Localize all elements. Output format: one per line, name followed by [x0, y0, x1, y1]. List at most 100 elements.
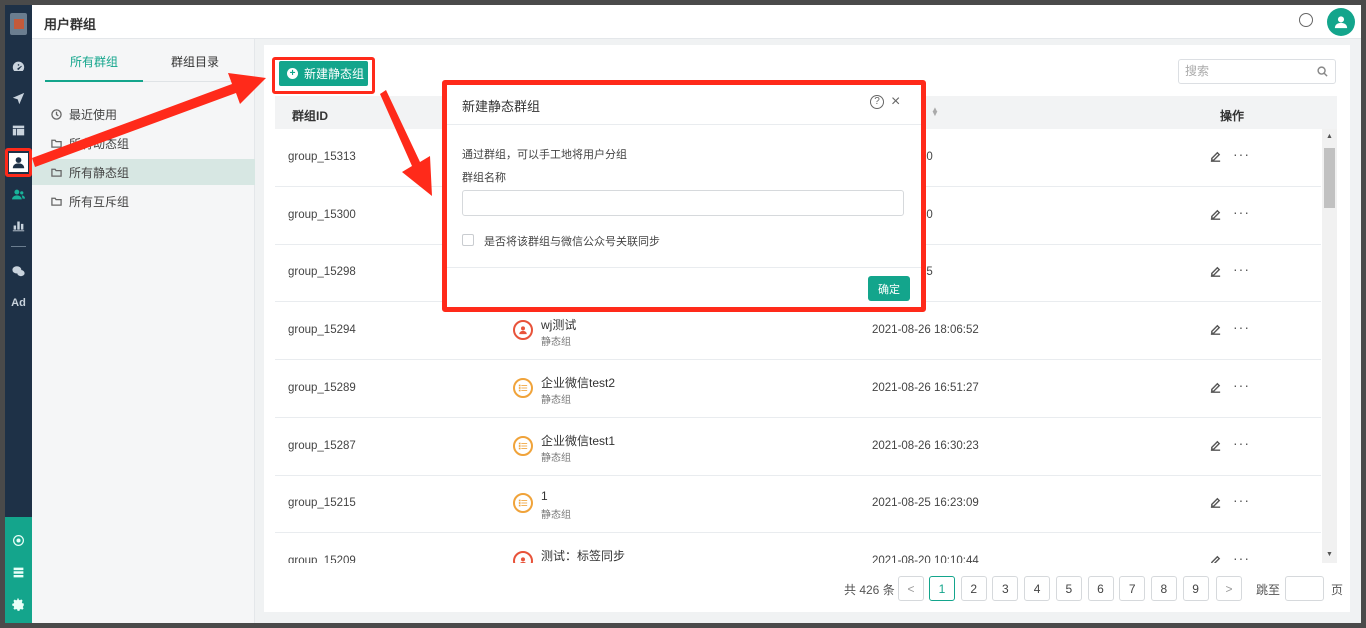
- layout-icon[interactable]: [9, 121, 28, 140]
- table-row[interactable]: group_15209 测试：标签同步 2021-08-20 10:10:44 ···: [275, 533, 1321, 563]
- list-icon: [513, 493, 533, 514]
- more-icon[interactable]: ···: [1233, 492, 1250, 508]
- pagination-page[interactable]: 3: [992, 576, 1019, 601]
- group-name[interactable]: wj测试: [541, 316, 576, 333]
- sidebar-item-label: 所有互斥组: [69, 194, 130, 209]
- goto-label: 跳至: [1256, 583, 1281, 597]
- network-icon[interactable]: [9, 531, 28, 550]
- group-id: group_15300: [288, 208, 356, 221]
- group-type: 静态组: [541, 337, 571, 349]
- group-id: group_15298: [288, 266, 356, 279]
- group-id: group_15313: [288, 151, 356, 163]
- pagination-page[interactable]: 6: [1087, 576, 1114, 601]
- scrollbar-thumb[interactable]: [1324, 148, 1335, 208]
- group-updated-time: 2021-08-26 16:51:27: [872, 381, 979, 394]
- avatar[interactable]: [1327, 8, 1355, 36]
- edit-icon[interactable]: [1209, 265, 1223, 279]
- database-icon[interactable]: [9, 563, 28, 582]
- pagination-page[interactable]: 4: [1024, 576, 1051, 601]
- page-title: 用户群组: [44, 17, 97, 32]
- page-unit-label: 页: [1331, 583, 1344, 597]
- more-icon[interactable]: ···: [1233, 377, 1250, 393]
- group-updated-time: 2021-08-20 10:10:44: [872, 554, 979, 563]
- edit-icon[interactable]: [1209, 208, 1223, 222]
- more-icon[interactable]: ···: [1233, 435, 1250, 451]
- ad-nav-item[interactable]: Ad: [5, 297, 32, 309]
- more-icon[interactable]: ···: [1233, 261, 1250, 277]
- group-id: group_15287: [288, 439, 356, 452]
- more-icon[interactable]: ···: [1233, 319, 1250, 335]
- more-icon[interactable]: ···: [1233, 146, 1250, 162]
- user-icon: [513, 320, 533, 341]
- scroll-up-arrow[interactable]: ▲: [1326, 133, 1333, 140]
- table-scrollbar[interactable]: ▲ ▼: [1322, 129, 1337, 563]
- rail-divider: [11, 246, 26, 247]
- group-name[interactable]: 企业微信test1: [541, 432, 615, 449]
- pagination-total: 共 426 条: [844, 583, 895, 597]
- nav-rail: Ad: [5, 5, 32, 623]
- sidebar-item-label: 所有静态组: [69, 165, 130, 180]
- gear-icon[interactable]: [9, 595, 28, 614]
- pagination-prev[interactable]: <: [898, 576, 924, 601]
- dashboard-icon[interactable]: [9, 57, 28, 76]
- goto-page-input[interactable]: [1285, 576, 1324, 601]
- group-name[interactable]: 测试：标签同步: [541, 547, 625, 563]
- sidebar-item-recent[interactable]: 最近使用: [32, 101, 255, 127]
- clock-icon: [51, 108, 62, 120]
- column-header-id[interactable]: 群组ID: [292, 107, 328, 124]
- more-icon[interactable]: ···: [1233, 550, 1250, 563]
- scroll-down-arrow[interactable]: ▼: [1326, 551, 1333, 558]
- user-icon: [513, 550, 533, 563]
- sidebar-item-dynamic-groups[interactable]: 所有动态组: [32, 130, 255, 156]
- send-icon[interactable]: [9, 89, 28, 108]
- edit-icon[interactable]: [1209, 496, 1223, 510]
- search-input[interactable]: [1185, 60, 1315, 82]
- pagination-page[interactable]: 8: [1150, 576, 1177, 601]
- list-icon: [513, 435, 533, 456]
- sidebar-item-label: 最近使用: [69, 107, 118, 122]
- sidebar-tabs: 所有群组 群组目录: [45, 39, 255, 82]
- search-box: [1178, 59, 1336, 84]
- edit-icon[interactable]: [1209, 323, 1223, 337]
- group-id: group_15209: [288, 554, 356, 563]
- group-type: 静态组: [541, 452, 571, 464]
- tab-group-directory[interactable]: 群组目录: [171, 53, 219, 70]
- sidebar-item-static-groups[interactable]: 所有静态组: [32, 159, 255, 185]
- bar-chart-icon[interactable]: [9, 216, 28, 235]
- folder-icon: [51, 138, 62, 149]
- edit-icon[interactable]: [1209, 150, 1223, 164]
- group-updated-time: 2021-08-26 18:06:52: [872, 324, 979, 337]
- group-updated-time: 2021-08-26 16:30:23: [872, 439, 979, 452]
- table-row[interactable]: group_15287 企业微信test1 静态组 2021-08-26 16:30:…: [275, 418, 1321, 476]
- edit-icon[interactable]: [1209, 439, 1223, 453]
- search-icon[interactable]: [1317, 66, 1328, 77]
- wechat-icon[interactable]: [9, 262, 28, 281]
- pagination-page[interactable]: 5: [1055, 576, 1082, 601]
- edit-icon[interactable]: [1209, 381, 1223, 395]
- more-icon[interactable]: ···: [1233, 204, 1250, 220]
- group-updated-time: 2021-08-25 16:23:09: [872, 497, 979, 510]
- sidebar-item-label: 所有动态组: [69, 136, 130, 151]
- group-name[interactable]: 企业微信test2: [541, 374, 615, 391]
- sort-icon[interactable]: ▲ ▼: [931, 106, 939, 118]
- tab-all-groups[interactable]: 所有群组: [70, 53, 118, 70]
- app-header: 用户群组: [32, 5, 1361, 39]
- pagination-page[interactable]: 2: [960, 576, 987, 601]
- pagination-page[interactable]: 7: [1119, 576, 1146, 601]
- pagination-page[interactable]: 9: [1182, 576, 1209, 601]
- app-logo: [10, 13, 27, 35]
- pagination-page[interactable]: 1: [929, 576, 955, 601]
- sidebar-item-exclusive-groups[interactable]: 所有互斥组: [32, 188, 255, 214]
- user-group-icon[interactable]: [9, 185, 28, 204]
- edit-icon[interactable]: [1209, 554, 1223, 563]
- group-sidebar: 所有群组 群组目录 最近使用 所有动态组 所有静态组 所有互斥组: [32, 39, 255, 623]
- table-row[interactable]: group_15215 1 静态组 2021-08-25 16:23:09 ···: [275, 475, 1321, 534]
- notification-icon[interactable]: [1299, 13, 1313, 27]
- active-tab-indicator: [45, 80, 143, 82]
- group-type: 静态组: [541, 394, 571, 406]
- pagination-next[interactable]: >: [1216, 576, 1242, 601]
- group-name[interactable]: 1: [541, 489, 548, 503]
- folder-icon: [51, 196, 62, 207]
- table-row[interactable]: group_15289 企业微信test2 静态组 2021-08-26 16:51:…: [275, 360, 1321, 418]
- group-type: 静态组: [541, 510, 571, 522]
